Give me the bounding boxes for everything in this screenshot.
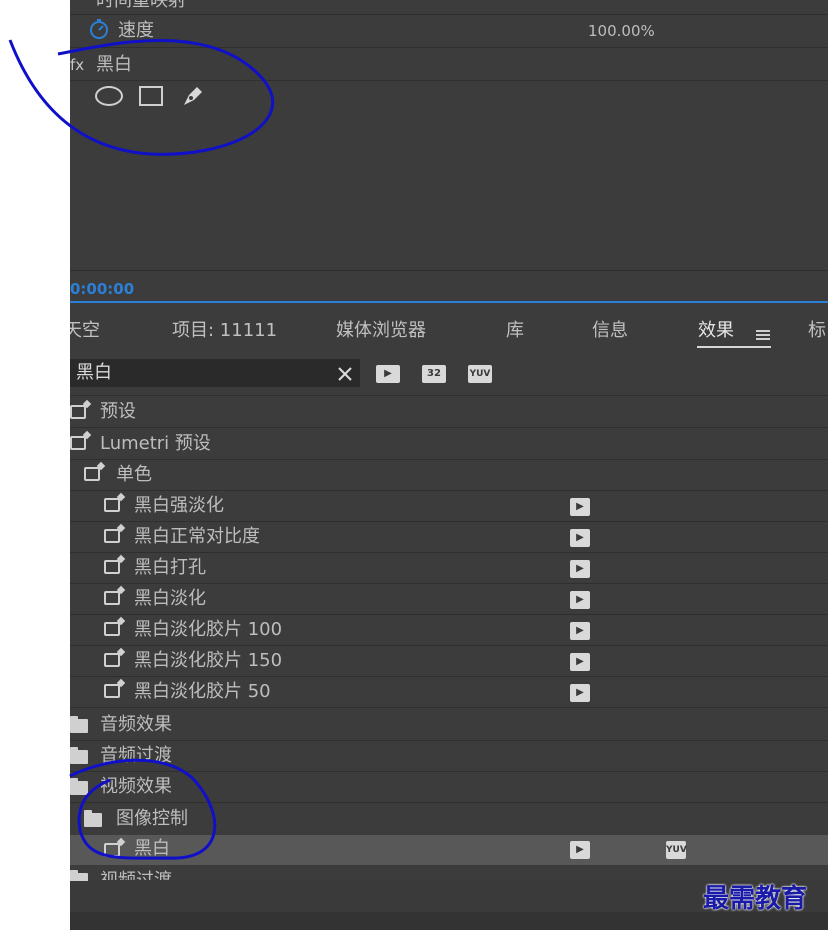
tree-item-bw-film-150[interactable]: 黑白淡化胶片 150 [134,646,282,676]
tree-item-video-transitions[interactable]: 视频过渡 [100,866,172,880]
preset-folder-icon [70,405,86,419]
tab-project[interactable]: 项目: 11111 [172,316,277,346]
accelerated-filter-icon[interactable]: ▶ [376,365,400,383]
tree-item-bw-film-100[interactable]: 黑白淡化胶片 100 [134,615,282,645]
active-tab-underline [697,346,771,348]
folder-icon [70,778,88,795]
accelerated-icon: ▶ [570,529,590,547]
preset-folder-icon [84,467,100,481]
tab-sky[interactable]: 天空 [70,316,100,346]
accelerated-icon: ▶ [570,591,590,609]
tab-more[interactable]: 标 [808,316,826,346]
accelerated-icon: ▶ [570,622,590,640]
tree-item-monochrome[interactable]: 单色 [116,460,152,490]
tab-library[interactable]: 库 [506,316,524,346]
accelerated-icon: ▶ [570,841,590,859]
accelerated-icon: ▶ [570,653,590,671]
preset-item-icon [104,560,120,574]
rectangle-mask-icon[interactable] [138,85,164,111]
clear-search-icon[interactable] [338,366,352,385]
preset-folder-icon [70,436,86,450]
preset-item-icon [104,498,120,512]
preset-item-icon [104,622,120,636]
tree-item-bw-film-50[interactable]: 黑白淡化胶片 50 [134,677,271,707]
accelerated-icon: ▶ [570,498,590,516]
premiere-panel: 时间重映射 速度 100.00% fx 黑白 0:00:00 天空 项目: 11… [70,0,828,930]
folder-icon [70,747,88,764]
search-input[interactable]: 黑白 [70,359,360,387]
folder-icon [84,810,102,827]
32bit-filter-button[interactable]: 32 [422,365,446,383]
accelerated-icon: ▶ [570,684,590,702]
pen-mask-icon[interactable] [180,83,206,113]
tree-item-bw-normal-contrast[interactable]: 黑白正常对比度 [134,522,260,552]
preset-item-icon [104,684,120,698]
fx-toggle[interactable]: fx [70,50,84,80]
tree-item-bw-fade[interactable]: 黑白淡化 [134,584,206,614]
timecode[interactable]: 0:00:00 [70,274,134,304]
tree-item-presets[interactable]: 预设 [100,397,136,427]
tab-info[interactable]: 信息 [592,316,628,346]
timeline-playhead-bar [70,301,828,303]
tree-item-bw-punch[interactable]: 黑白打孔 [134,553,206,583]
yuv-icon: YUV [666,841,687,859]
tab-effects[interactable]: 效果 [698,316,734,346]
tree-item-audio-effects[interactable]: 音频效果 [100,710,172,740]
tab-media-browser[interactable]: 媒体浏览器 [336,316,426,346]
preset-item-icon [104,591,120,605]
folder-icon [70,716,88,733]
tree-item-black-white[interactable]: 黑白 [134,834,170,864]
stopwatch-icon[interactable] [88,18,110,44]
tree-row-black-white-selected[interactable] [70,835,828,865]
search-value: 黑白 [76,362,112,383]
watermark: 最需教育 [703,884,808,914]
speed-label: 速度 [118,20,154,41]
speed-value[interactable]: 100.00% [588,16,655,46]
preset-item-icon [104,653,120,667]
yuv-filter-button[interactable]: YUV [468,365,492,383]
accelerated-icon: ▶ [570,560,590,578]
tree-item-audio-transitions[interactable]: 音频过渡 [100,741,172,771]
effect-name[interactable]: 黑白 [96,50,132,80]
tree-item-lumetri-presets[interactable]: Lumetri 预设 [100,429,211,459]
ellipse-mask-icon[interactable] [94,85,124,111]
tree-item-video-effects[interactable]: 视频效果 [100,772,172,802]
tree-item-image-control[interactable]: 图像控制 [116,804,188,834]
panel-menu-icon[interactable] [756,326,770,345]
preset-item-icon [104,529,120,543]
tree-item-bw-strong-fade[interactable]: 黑白强淡化 [134,491,224,521]
effect-item-icon [104,843,120,857]
